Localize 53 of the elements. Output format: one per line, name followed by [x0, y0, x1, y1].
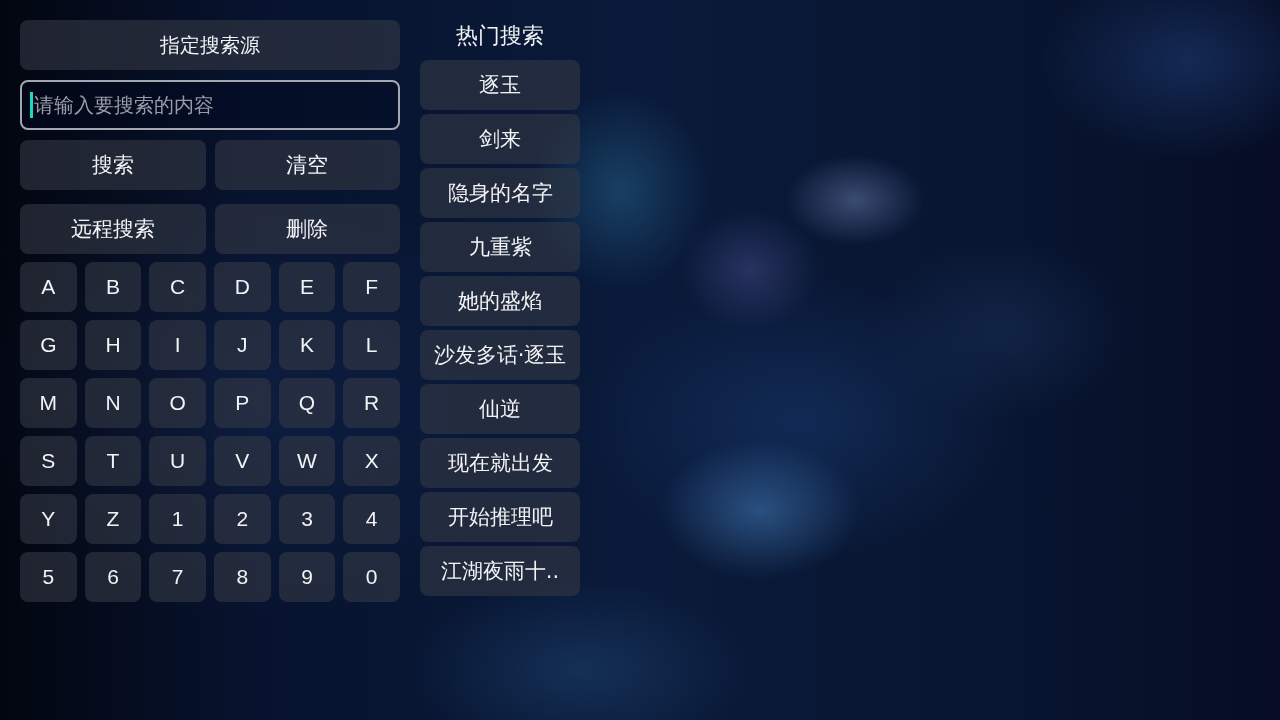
keyboard-key[interactable]: 7	[149, 552, 206, 602]
action-button[interactable]: 远程搜索	[20, 204, 206, 254]
keyboard-key[interactable]: D	[214, 262, 271, 312]
action-button[interactable]: 删除	[214, 204, 400, 254]
search-field[interactable]: 请输入要搜索的内容	[20, 80, 400, 130]
action-button[interactable]: 清空	[214, 140, 400, 190]
keyboard-key[interactable]: I	[149, 320, 206, 370]
hot-search-item[interactable]: 她的盛焰	[420, 276, 580, 326]
keyboard-key[interactable]: P	[214, 378, 271, 428]
keyboard-key[interactable]: B	[84, 262, 142, 312]
keyboard-key[interactable]: 9	[278, 552, 336, 602]
keyboard-key[interactable]: 0	[343, 552, 400, 602]
hot-search-item[interactable]: 仙逆	[420, 384, 580, 434]
hot-search-item[interactable]: 江湖夜雨十..	[420, 546, 580, 596]
keyboard-key[interactable]: O	[149, 378, 206, 428]
keyboard-key[interactable]: 2	[214, 494, 271, 544]
keyboard-key[interactable]: F	[343, 262, 400, 312]
keyboard-key[interactable]: 4	[343, 494, 400, 544]
keyboard-key[interactable]: V	[214, 436, 271, 486]
keyboard-key[interactable]: E	[278, 262, 336, 312]
keyboard-key[interactable]: R	[343, 378, 400, 428]
hot-search-item[interactable]: 剑来	[420, 114, 580, 164]
hot-search-item[interactable]: 开始推理吧	[420, 492, 580, 542]
keyboard-key[interactable]: C	[149, 262, 206, 312]
keyboard-key[interactable]: Y	[20, 494, 77, 544]
hot-search-item[interactable]: 九重紫	[420, 222, 580, 272]
keyboard-key[interactable]: U	[149, 436, 206, 486]
action-button[interactable]: 搜索	[20, 140, 206, 190]
keyboard-key[interactable]: 3	[278, 494, 336, 544]
hot-search-item[interactable]: 沙发多话·逐玉	[420, 330, 580, 380]
keyboard-key[interactable]: L	[343, 320, 400, 370]
keyboard-key[interactable]: G	[20, 320, 77, 370]
keyboard-key[interactable]: 8	[214, 552, 271, 602]
keyboard-key[interactable]: T	[84, 436, 142, 486]
keyboard-key[interactable]: X	[343, 436, 400, 486]
keyboard-key[interactable]: 1	[149, 494, 206, 544]
keyboard-key[interactable]: S	[20, 436, 77, 486]
keyboard-key[interactable]: H	[84, 320, 142, 370]
keyboard-key[interactable]: K	[278, 320, 336, 370]
keyboard-key[interactable]: Q	[278, 378, 336, 428]
search-source-button[interactable]: 指定搜索源	[20, 20, 400, 70]
keyboard-key[interactable]: J	[214, 320, 271, 370]
keyboard-key[interactable]: N	[84, 378, 142, 428]
hot-search-item[interactable]: 隐身的名字	[420, 168, 580, 218]
keyboard-key[interactable]: 5	[20, 552, 77, 602]
keyboard-key[interactable]: Z	[84, 494, 142, 544]
hot-search-item[interactable]: 逐玉	[420, 60, 580, 110]
keyboard-key[interactable]: W	[278, 436, 336, 486]
keyboard-key[interactable]: 6	[84, 552, 142, 602]
keyboard-key[interactable]: M	[20, 378, 77, 428]
hot-search-title: 热门搜索	[456, 22, 544, 50]
hot-search-item[interactable]: 现在就出发	[420, 438, 580, 488]
keyboard-key[interactable]: A	[20, 262, 77, 312]
